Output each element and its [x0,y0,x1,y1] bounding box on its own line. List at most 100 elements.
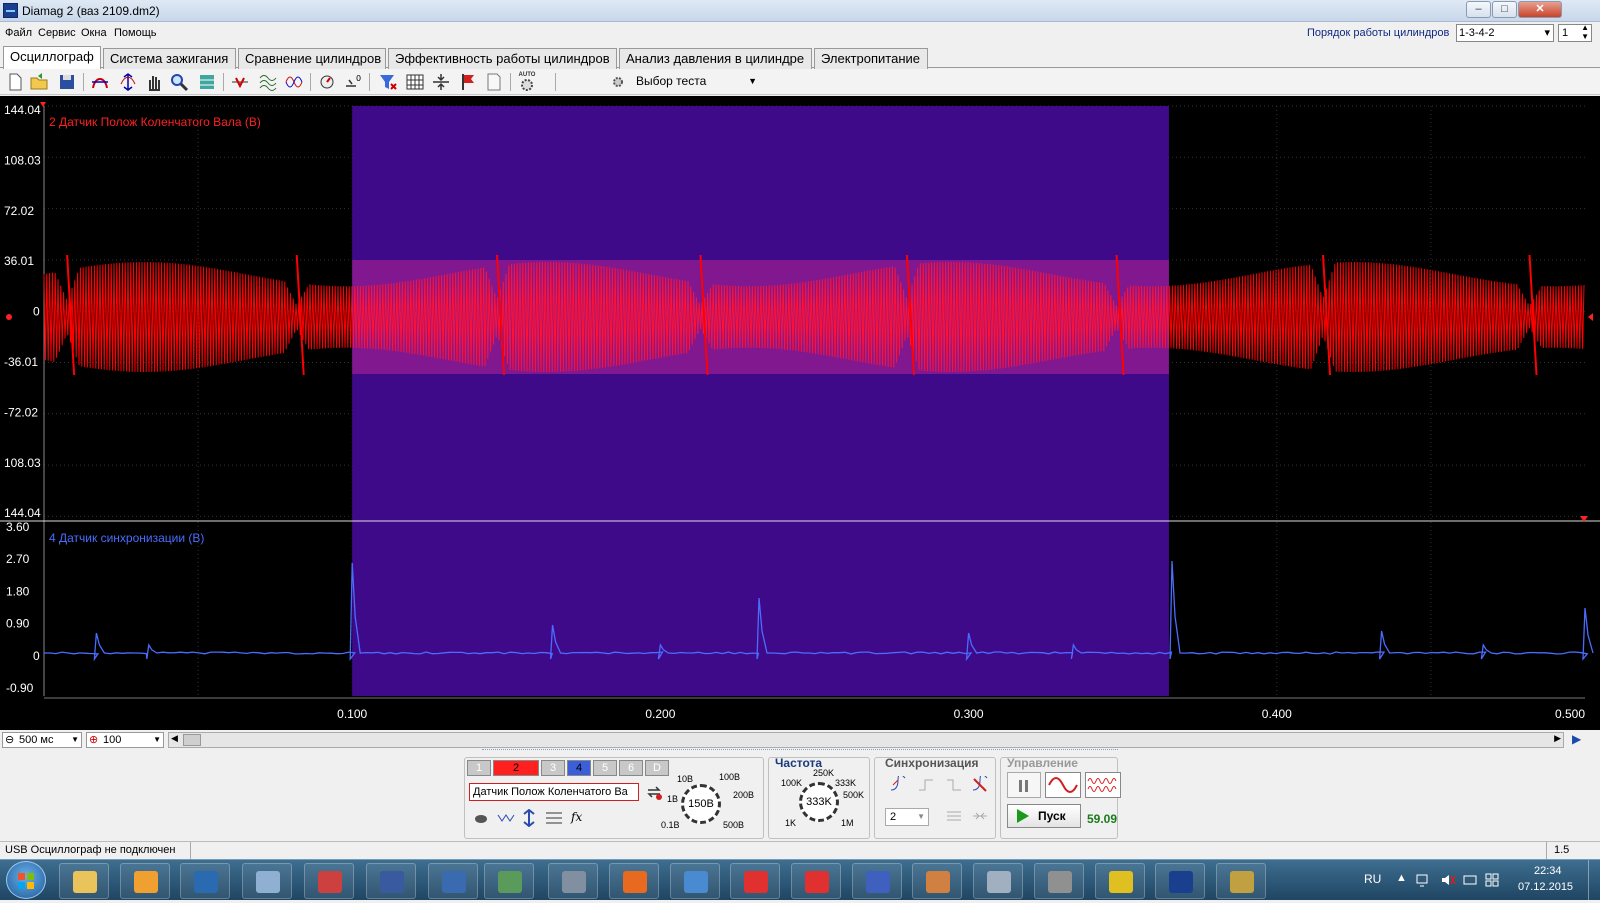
yandex-browser-icon[interactable] [791,863,841,899]
calculator-icon[interactable] [973,863,1023,899]
channel-button-6[interactable]: 6 [619,760,643,776]
tab-cylinder-compare[interactable]: Сравнение цилиндров [238,48,386,69]
cylinder-order-select[interactable]: 1-3-4-2 ▾ [1456,24,1554,42]
tray-device-icon[interactable] [1462,872,1478,888]
media-classic-icon[interactable] [304,863,354,899]
probe-icon[interactable] [473,811,489,825]
filter-icon[interactable] [378,72,398,92]
keyboard-icon[interactable] [242,863,292,899]
pdf-icon[interactable] [1095,863,1145,899]
sync-off-icon[interactable] [971,776,989,794]
tab-power-supply[interactable]: Электропитание [814,48,928,69]
auto-button[interactable]: AUTO [517,72,537,92]
right-marker-icon[interactable] [1588,313,1593,321]
menu-help[interactable]: Помощь [114,27,157,39]
maximize-button[interactable]: □ [1492,1,1517,18]
edge-up-icon[interactable] [917,776,935,794]
scroll-thumb[interactable] [183,734,201,746]
printer-icon[interactable] [1034,863,1084,899]
open-folder-icon[interactable] [29,72,49,92]
clock-date[interactable]: 07.12.2015 [1518,881,1573,893]
panel-splitter[interactable] [482,749,1118,752]
pause-button[interactable] [1007,772,1041,798]
zoom-out-icon[interactable]: ⊖ [5,733,14,747]
test-select[interactable]: Выбор теста ▼ [610,72,765,92]
network-icon[interactable] [1415,872,1431,888]
selection-region[interactable] [352,106,1169,696]
trigger-marker-icon[interactable] [40,102,46,107]
channel-button-4[interactable]: 4 [567,760,591,776]
timebase-select[interactable]: ⊖ 500 мс ▼ [2,732,82,748]
help-icon[interactable] [1216,863,1266,899]
oscilloscope-view[interactable]: 144.04 108.03 72.02 36.01 0 -36.01 -72.02 108.0… [0,96,1600,730]
vertical-measure-icon[interactable] [118,72,138,92]
menu-service[interactable]: Сервис [38,27,76,39]
marker-icon[interactable] [230,72,250,92]
channel-button-5[interactable]: 5 [593,760,617,776]
zoom-icon[interactable] [169,72,189,92]
volume-icon[interactable] [1440,872,1456,888]
action-center-icon[interactable] [1484,872,1500,888]
split-icon[interactable] [431,72,451,92]
play-scroll-icon[interactable]: ▶ [1572,732,1581,746]
edge-down-icon[interactable] [945,776,963,794]
start-menu-button[interactable] [6,861,46,899]
scanner-icon[interactable] [484,863,534,899]
tab-ignition[interactable]: Система зажигания [103,48,236,69]
clock-time[interactable]: 22:34 [1534,865,1562,877]
yandex-icon[interactable] [730,863,780,899]
zoom-select[interactable]: ⊕ 100 ▼ [86,732,164,748]
frequency-dial[interactable]: 333K [799,782,839,822]
save-icon[interactable] [57,72,77,92]
show-desktop-button[interactable] [1588,860,1600,901]
function-icon[interactable]: fx [571,810,582,824]
scope-canvas[interactable]: 144.04 108.03 72.02 36.01 0 -36.01 -72.02 108.0… [0,96,1600,730]
network-drive-icon[interactable] [548,863,598,899]
time-scrollbar[interactable]: ◀ ▶ [168,732,1564,748]
voltage-dial[interactable]: 150В [681,784,721,824]
disk-save-icon[interactable] [366,863,416,899]
tray-arrow-icon[interactable]: ▲ [1396,872,1407,884]
diamag-icon[interactable] [1155,863,1205,899]
flag-icon[interactable] [458,72,478,92]
new-file-icon[interactable] [5,72,25,92]
scroll-right-icon[interactable]: ▶ [1554,733,1561,744]
tab-oscilloscope[interactable]: Осциллограф [3,46,101,69]
channel-button-d[interactable]: D [645,760,669,776]
minimize-button[interactable]: – [1466,1,1491,18]
sync-channel-select[interactable]: 2 ▼ [885,808,929,826]
tab-pressure-analysis[interactable]: Анализ давления в цилиндре [619,48,812,69]
multi-wave-button[interactable] [1085,772,1121,798]
vertical-scale-icon[interactable] [521,809,537,827]
grid-icon[interactable] [405,72,425,92]
media-player-icon[interactable] [120,863,170,899]
menu-file[interactable]: Файл [5,27,32,39]
rising-edge-icon[interactable] [889,776,907,794]
scroll-left-icon[interactable]: ◀ [171,733,178,744]
file-explorer-icon[interactable] [59,863,109,899]
sensor-select[interactable]: Датчик Полож Коленчатого Ва [469,783,639,801]
kmplayer-icon[interactable] [428,863,478,899]
collapse-icon[interactable] [971,808,989,824]
channel-button-3[interactable]: 3 [541,760,565,776]
menu-windows[interactable]: Окна [81,27,107,39]
channel-button-1[interactable]: 1 [467,760,491,776]
layers-icon[interactable] [197,72,217,92]
auto-scale-icon[interactable] [317,72,337,92]
cursor-tool-icon[interactable] [90,72,110,92]
level-icon[interactable] [945,808,963,824]
start-button[interactable]: Пуск [1007,804,1081,828]
zoom-in-icon[interactable]: ⊕ [89,733,98,747]
pen-tool-icon[interactable] [852,863,902,899]
lines-icon[interactable] [545,811,563,825]
cylinder-count-spinner[interactable]: 1 ▲ ▼ [1558,24,1592,42]
hand-tool-icon[interactable] [144,72,164,92]
hp-icon[interactable] [180,863,230,899]
channel-button-2[interactable]: 2 [493,760,539,776]
firefox-icon[interactable] [609,863,659,899]
swap-icon[interactable] [645,783,663,801]
document-icon[interactable] [484,72,504,92]
single-wave-button[interactable] [1045,772,1081,798]
editor-icon[interactable] [670,863,720,899]
voltage-knob[interactable]: 10В 100В 1В 200В 0.1В 500В 150В [667,772,757,838]
